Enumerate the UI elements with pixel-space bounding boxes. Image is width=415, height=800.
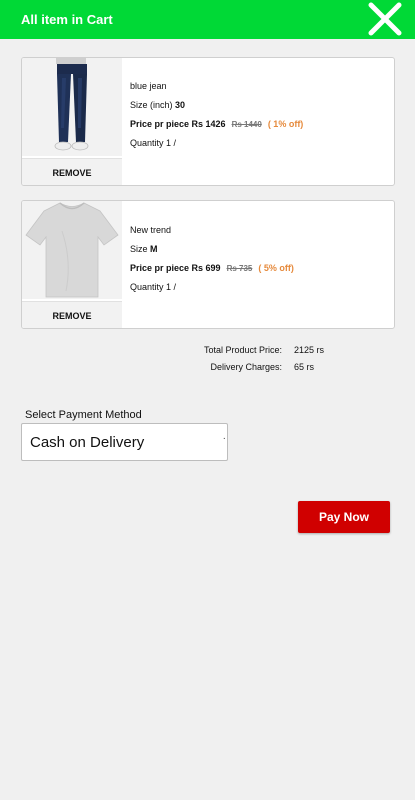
price-label: Price pr piece Rs 1426 [130, 119, 226, 129]
pay-now-button[interactable]: Pay Now [298, 501, 390, 533]
item-price: Price pr piece Rs 1426 Rs 1440 ( 1% off) [130, 119, 303, 129]
tshirt-image [22, 201, 122, 299]
item-quantity: Quantity 1 / [130, 138, 177, 148]
payment-method-value: Cash on Delivery [30, 434, 145, 451]
size-value: M [150, 244, 158, 254]
jeans-image [22, 58, 122, 156]
item-quantity: Quantity 1 / [130, 282, 177, 292]
dropdown-caret-icon: · [222, 433, 226, 444]
remove-button[interactable]: REMOVE [22, 301, 122, 328]
discount-badge: ( 5% off) [258, 263, 294, 273]
total-price-value: 2125 rs [294, 345, 325, 355]
price-label: Price pr piece Rs 699 [130, 263, 221, 273]
size-label: Size [130, 244, 148, 254]
item-size: Size M [130, 244, 158, 254]
item-price: Price pr piece Rs 699 Rs 735 ( 5% off) [130, 263, 294, 273]
discount-badge: ( 1% off) [267, 119, 304, 129]
close-icon[interactable] [366, 1, 404, 37]
remove-button[interactable]: REMOVE [22, 158, 122, 185]
original-price: Rs 1440 [231, 120, 262, 129]
cart-item-card: REMOVE New trend Size M Price pr piece R… [21, 200, 395, 329]
header-bar: All item in Cart [0, 0, 415, 39]
size-value: 30 [175, 100, 186, 110]
delivery-charges-label: Delivery Charges: [210, 362, 282, 372]
delivery-charges-value: 65 rs [294, 362, 315, 372]
payment-method-label: Select Payment Method [25, 409, 142, 421]
size-label: Size (inch) [130, 100, 173, 110]
original-price: Rs 735 [226, 264, 253, 273]
page-title: All item in Cart [21, 12, 113, 27]
item-name: blue jean [130, 81, 167, 91]
item-name: New trend [130, 225, 172, 235]
total-price-label: Total Product Price: [203, 345, 282, 355]
cart-item-card: REMOVE blue jean Size (inch) 30 Price pr… [21, 57, 395, 186]
payment-method-select[interactable]: Cash on Delivery · [21, 423, 228, 461]
item-size: Size (inch) 30 [130, 100, 185, 110]
